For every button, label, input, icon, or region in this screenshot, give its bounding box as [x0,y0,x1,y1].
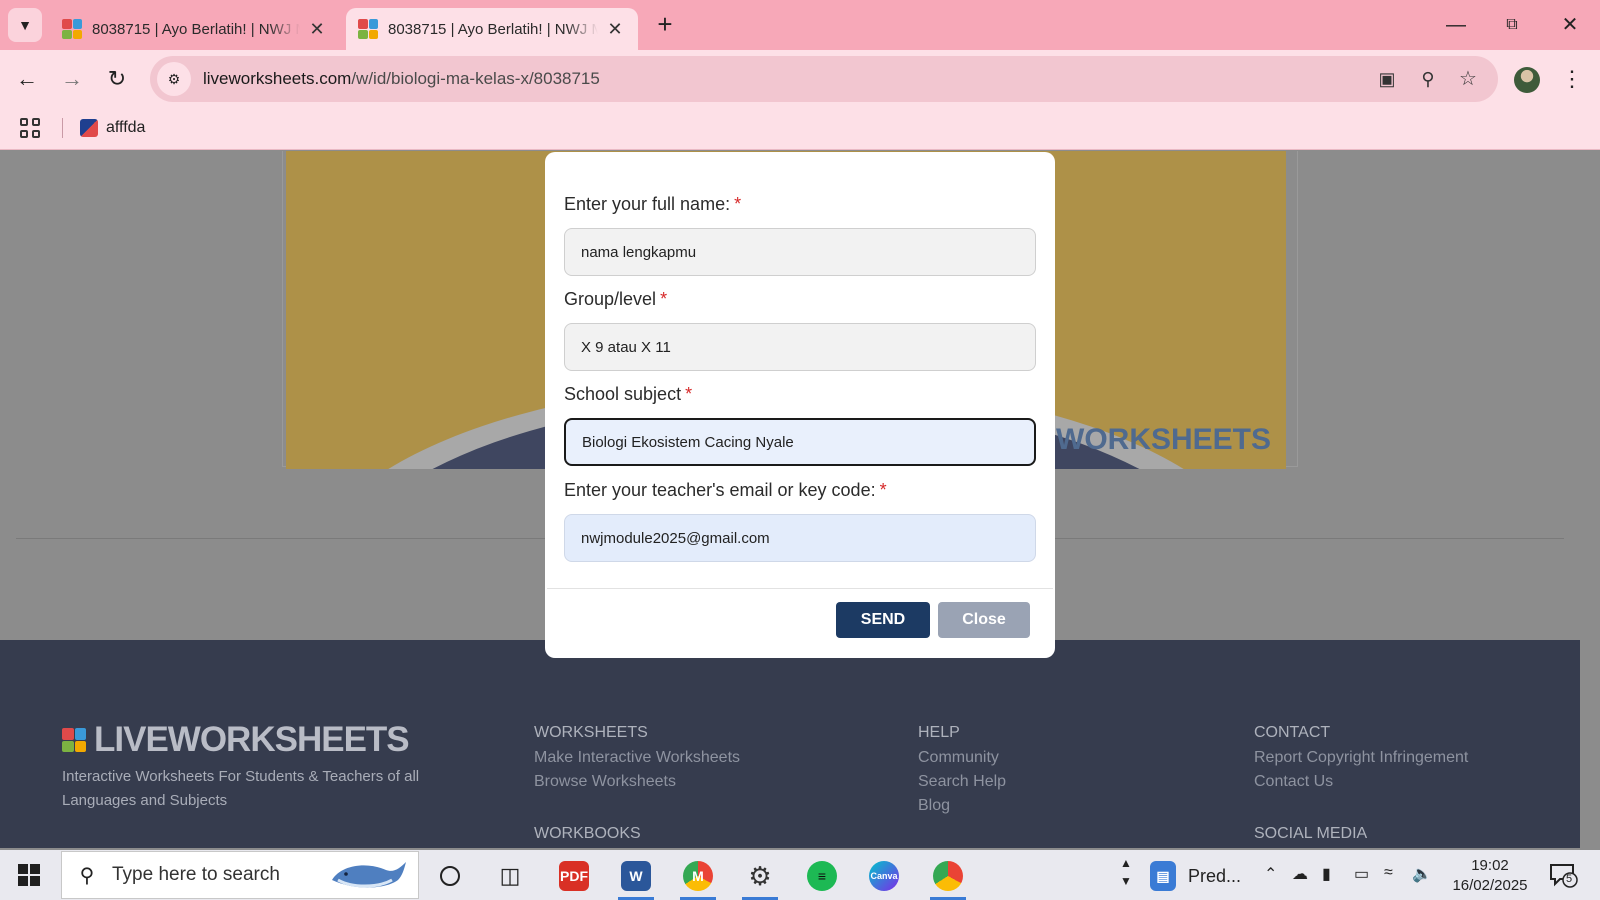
system-clock[interactable]: 19:02 16/02/2025 [1440,856,1540,896]
meet-now-icon[interactable]: ▭ [1354,864,1369,884]
footer-logo[interactable]: LIVEWORKSHEETS [62,720,410,760]
close-tab-icon[interactable]: ✕ [604,19,626,40]
liveworksheets-favicon-icon [358,19,378,39]
search-icon: ⚲ [79,864,95,887]
site-footer: LIVEWORKSHEETS Interactive Worksheets Fo… [0,640,1580,848]
close-tab-icon[interactable]: ✕ [306,19,328,40]
bookmark-item[interactable]: afffda [80,116,145,140]
spotify-icon[interactable]: ≡ [798,854,846,898]
scroll-taskbar-arrows-icon[interactable]: ▲ ▼ [1120,854,1132,890]
minimize-icon[interactable]: — [1428,6,1484,44]
bookmark-label: afffda [106,119,146,136]
send-answers-dialog: Enter your full name: * nama lengkapmu Gr… [545,152,1055,658]
liveworksheets-favicon-icon [62,19,82,39]
school-subject-label: School subject * [564,384,693,404]
taskbar-search-box[interactable]: ⚲ Type here to search [61,851,419,899]
reload-icon[interactable]: ↻ [100,62,134,96]
banner-text: WORKSHEETS [1056,423,1272,456]
required-mark: * [734,194,742,214]
whale-search-highlight-icon [332,862,406,888]
profile-avatar[interactable] [1514,67,1540,93]
group-level-label: Group/level * [564,289,668,309]
apps-grid-icon[interactable] [20,118,40,138]
footer-link[interactable]: Blog [918,794,1006,818]
footer-tagline: Interactive Worksheets For Students & Te… [62,768,420,809]
pinned-app-label: Pred... [1188,865,1242,886]
zoom-icon[interactable]: ⚲ [1413,64,1443,94]
wifi-icon[interactable]: ≈ [1384,864,1393,882]
liveworksheets-logo-icon [62,728,86,752]
close-button[interactable]: Close [938,602,1030,638]
footer-link[interactable]: Report Copyright Infringement [1254,746,1468,770]
footer-heading: CONTACT [1254,724,1331,741]
browser-tab-1[interactable]: 8038715 | Ayo Berlatih! | NWJ M ✕ [50,8,340,50]
tab-title: 8038715 | Ayo Berlatih! | NWJ M [92,20,300,38]
chrome-profile-m-icon[interactable]: M [674,854,722,900]
clock-date: 16/02/2025 [1452,877,1528,894]
footer-link[interactable]: Search Help [918,770,1006,794]
footer-link[interactable]: Contact Us [1254,770,1468,794]
required-mark: * [685,384,693,404]
group-level-input[interactable]: X 9 atau X 11 [564,323,1036,371]
school-subject-input[interactable]: Biologi Ekosistem Cacing Nyale [564,418,1036,466]
bookmark-favicon-icon [80,119,98,137]
footer-heading: WORKBOOKS [534,825,641,842]
footer-heading: SOCIAL MEDIA [1254,825,1368,842]
back-arrow-icon[interactable]: ← [10,62,44,96]
cortana-circle-icon[interactable] [426,854,474,898]
install-app-icon[interactable]: ▣ [1372,64,1402,94]
required-mark: * [660,289,668,309]
volume-icon[interactable]: 🔈 [1412,864,1432,884]
teacher-email-label: Enter your teacher's email or key code: * [564,480,887,500]
footer-contact-column: CONTACT Report Copyright Infringement Co… [1254,722,1468,794]
footer-heading: HELP [918,724,960,741]
task-view-icon[interactable]: ◫ [486,854,534,898]
notification-center-icon[interactable]: 5 [1548,862,1578,888]
footer-help-column: HELP Community Search Help Blog [918,722,1006,818]
send-button[interactable]: SEND [836,602,930,638]
clock-time: 19:02 [1471,857,1509,874]
notification-count: 5 [1566,873,1573,885]
required-mark: * [879,480,887,500]
document-icon: ▤ [1150,861,1176,891]
full-name-label: Enter your full name: * [564,194,742,214]
full-name-input[interactable]: nama lengkapmu [564,228,1036,276]
tab-title: 8038715 | Ayo Berlatih! | NWJ M [388,20,598,38]
tab-search-chevron-icon[interactable]: ▼ [8,8,42,42]
settings-gear-icon[interactable]: ⚙ [736,854,784,900]
restore-icon[interactable]: ⧉ [1484,6,1540,44]
onedrive-cloud-icon[interactable]: ☁ [1292,864,1308,884]
footer-heading: WORKSHEETS [534,724,648,741]
canva-icon[interactable]: Canva [860,854,908,898]
taskbar-search-placeholder: Type here to search [112,864,280,885]
bookmark-star-icon[interactable]: ☆ [1453,64,1483,94]
forward-arrow-icon[interactable]: → [55,62,89,96]
browser-tab-2[interactable]: 8038715 | Ayo Berlatih! | NWJ M ✕ [346,8,638,50]
new-tab-plus-icon[interactable]: + [650,10,680,40]
close-window-icon[interactable]: ✕ [1542,6,1598,44]
browser-toolbar: ← → ↻ ⚙ liveworksheets.com/w/id/biologi-… [0,50,1600,106]
footer-link[interactable]: Browse Worksheets [534,770,740,794]
browser-menu-icon[interactable]: ⋮ [1560,62,1584,96]
bookmarks-bar: afffda [0,106,1600,150]
word-app-icon[interactable]: W [612,854,660,900]
address-bar[interactable]: ⚙ liveworksheets.com/w/id/biologi-ma-kel… [150,56,1498,102]
windows-taskbar: ⚲ Type here to search ◫ PDF W M ⚙ ≡ Canv… [0,850,1600,900]
battery-icon[interactable]: ▮ [1322,864,1331,884]
teacher-email-input[interactable]: nwjmodule2025@gmail.com [564,514,1036,562]
show-hidden-icons-chevron-icon[interactable]: ⌃ [1264,864,1277,884]
footer-brand: LIVEWORKSHEETS [94,720,410,759]
pinned-doc-app[interactable]: ▤ Pred... [1150,854,1260,898]
footer-worksheets-column: WORKSHEETS Make Interactive Worksheets B… [534,722,740,794]
chrome-icon[interactable] [924,854,972,900]
pdf-app-icon[interactable]: PDF [550,854,598,898]
windows-start-icon[interactable] [18,864,40,886]
bookmarks-separator [62,118,63,138]
footer-link[interactable]: Make Interactive Worksheets [534,746,740,770]
site-info-icon[interactable]: ⚙ [157,62,191,96]
dialog-footer-divider [547,588,1053,589]
tab-strip: ▼ 8038715 | Ayo Berlatih! | NWJ M ✕ 8038… [0,0,1600,50]
url-text[interactable]: liveworksheets.com/w/id/biologi-ma-kelas… [203,69,600,89]
footer-link[interactable]: Community [918,746,1006,770]
